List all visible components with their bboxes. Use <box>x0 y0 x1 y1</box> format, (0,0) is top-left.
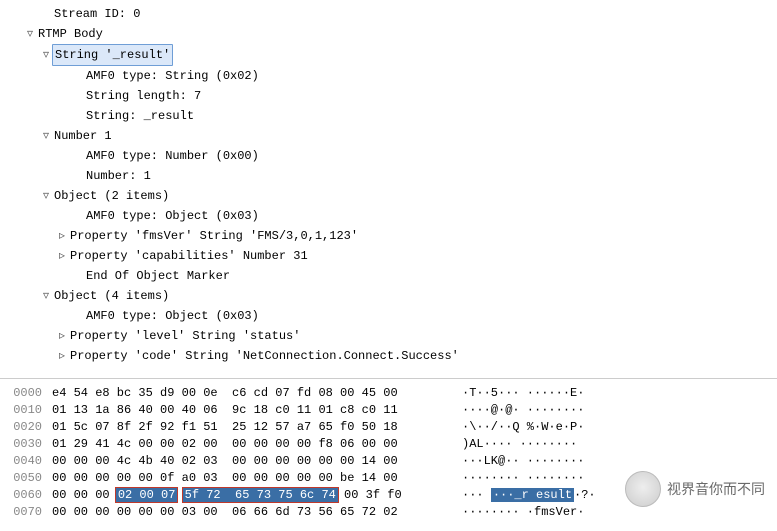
hex-view: 0000e4 54 e8 bc 35 d9 00 0e c6 cd 07 fd … <box>0 379 777 531</box>
hex-selected-bytes[interactable]: 5f 72 65 73 75 6c 74 <box>182 487 339 503</box>
tree-number-val[interactable]: Number: 1 <box>0 166 777 186</box>
hex-offset: 0000 <box>0 385 52 402</box>
tree-object-2[interactable]: ▿Object (2 items) <box>0 186 777 206</box>
hex-bytes[interactable]: 00 00 00 4c 4b 40 02 03 00 00 00 00 00 0… <box>52 453 462 470</box>
tree-obj2-p2[interactable]: ▹Property 'capabilities' Number 31 <box>0 246 777 266</box>
hex-ascii[interactable]: ·\··/··Q %·W·e·P· <box>462 419 584 436</box>
tree-string-amf0[interactable]: AMF0 type: String (0x02) <box>0 66 777 86</box>
hex-row[interactable]: 004000 00 00 4c 4b 40 02 03 00 00 00 00 … <box>0 453 777 470</box>
hex-row[interactable]: 0000e4 54 e8 bc 35 d9 00 0e c6 cd 07 fd … <box>0 385 777 402</box>
hex-bytes[interactable]: 00 00 00 00 00 00 03 00 06 66 6d 73 56 6… <box>52 504 462 521</box>
hex-bytes[interactable]: 01 29 41 4c 00 00 02 00 00 00 00 00 f8 0… <box>52 436 462 453</box>
hex-ascii[interactable]: ···LK@·· ········ <box>462 453 584 470</box>
hex-row[interactable]: 002001 5c 07 8f 2f 92 f1 51 25 12 57 a7 … <box>0 419 777 436</box>
packet-tree: Stream ID: 0 ▿RTMP Body ▿String '_result… <box>0 0 777 379</box>
hex-offset: 0020 <box>0 419 52 436</box>
tree-number-1[interactable]: ▿Number 1 <box>0 126 777 146</box>
hex-offset: 0060 <box>0 487 52 504</box>
caret-down-icon[interactable]: ▿ <box>40 186 52 206</box>
hex-ascii[interactable]: ········ ·fmsVer· <box>462 504 584 521</box>
caret-down-icon[interactable]: ▿ <box>40 286 52 306</box>
hex-offset: 0070 <box>0 504 52 521</box>
tree-obj2-amf0[interactable]: AMF0 type: Object (0x03) <box>0 206 777 226</box>
tree-obj2-p1[interactable]: ▹Property 'fmsVer' String 'FMS/3,0,1,123… <box>0 226 777 246</box>
caret-down-icon[interactable]: ▿ <box>24 24 36 44</box>
caret-right-icon[interactable]: ▹ <box>56 326 68 346</box>
tree-string-len[interactable]: String length: 7 <box>0 86 777 106</box>
tree-object-4[interactable]: ▿Object (4 items) <box>0 286 777 306</box>
hex-offset: 0030 <box>0 436 52 453</box>
avatar-icon <box>625 471 661 507</box>
caret-right-icon[interactable]: ▹ <box>56 246 68 266</box>
hex-bytes[interactable]: 01 13 1a 86 40 00 40 06 9c 18 c0 11 01 c… <box>52 402 462 419</box>
hex-offset: 0040 <box>0 453 52 470</box>
hex-ascii[interactable]: ·T··5··· ······E· <box>462 385 584 402</box>
tree-obj4-amf0[interactable]: AMF0 type: Object (0x03) <box>0 306 777 326</box>
watermark: 视界音你而不同 <box>625 471 765 507</box>
hex-row[interactable]: 003001 29 41 4c 00 00 02 00 00 00 00 00 … <box>0 436 777 453</box>
tree-obj2-end[interactable]: End Of Object Marker <box>0 266 777 286</box>
tree-string-val[interactable]: String: _result <box>0 106 777 126</box>
tree-stream-id[interactable]: Stream ID: 0 <box>0 4 777 24</box>
caret-right-icon[interactable]: ▹ <box>56 226 68 246</box>
hex-row[interactable]: 001001 13 1a 86 40 00 40 06 9c 18 c0 11 … <box>0 402 777 419</box>
hex-offset: 0050 <box>0 470 52 487</box>
hex-ascii[interactable]: ··· ···_r esult·?· <box>462 487 596 504</box>
hex-bytes[interactable]: 01 5c 07 8f 2f 92 f1 51 25 12 57 a7 65 f… <box>52 419 462 436</box>
hex-selected-ascii[interactable]: ···_r esult <box>491 488 574 502</box>
tree-rtmp-body[interactable]: ▿RTMP Body <box>0 24 777 44</box>
hex-ascii[interactable]: )AL···· ········ <box>462 436 577 453</box>
tree-obj4-p1[interactable]: ▹Property 'level' String 'status' <box>0 326 777 346</box>
caret-down-icon[interactable]: ▿ <box>40 126 52 146</box>
hex-bytes[interactable]: 00 00 00 02 00 07 5f 72 65 73 75 6c 74 0… <box>52 487 462 504</box>
tree-obj4-p2[interactable]: ▹Property 'code' String 'NetConnection.C… <box>0 346 777 366</box>
hex-offset: 0010 <box>0 402 52 419</box>
watermark-text: 视界音你而不同 <box>667 479 765 499</box>
hex-bytes[interactable]: e4 54 e8 bc 35 d9 00 0e c6 cd 07 fd 08 0… <box>52 385 462 402</box>
hex-selected-bytes[interactable]: 02 00 07 <box>115 487 179 503</box>
tree-string-result[interactable]: ▿String '_result' <box>0 44 777 66</box>
hex-bytes[interactable]: 00 00 00 00 00 0f a0 03 00 00 00 00 00 b… <box>52 470 462 487</box>
caret-down-icon[interactable]: ▿ <box>40 45 52 65</box>
hex-ascii[interactable]: ········ ········ <box>462 470 584 487</box>
tree-number-amf0[interactable]: AMF0 type: Number (0x00) <box>0 146 777 166</box>
hex-ascii[interactable]: ····@·@· ········ <box>462 402 584 419</box>
caret-right-icon[interactable]: ▹ <box>56 346 68 366</box>
